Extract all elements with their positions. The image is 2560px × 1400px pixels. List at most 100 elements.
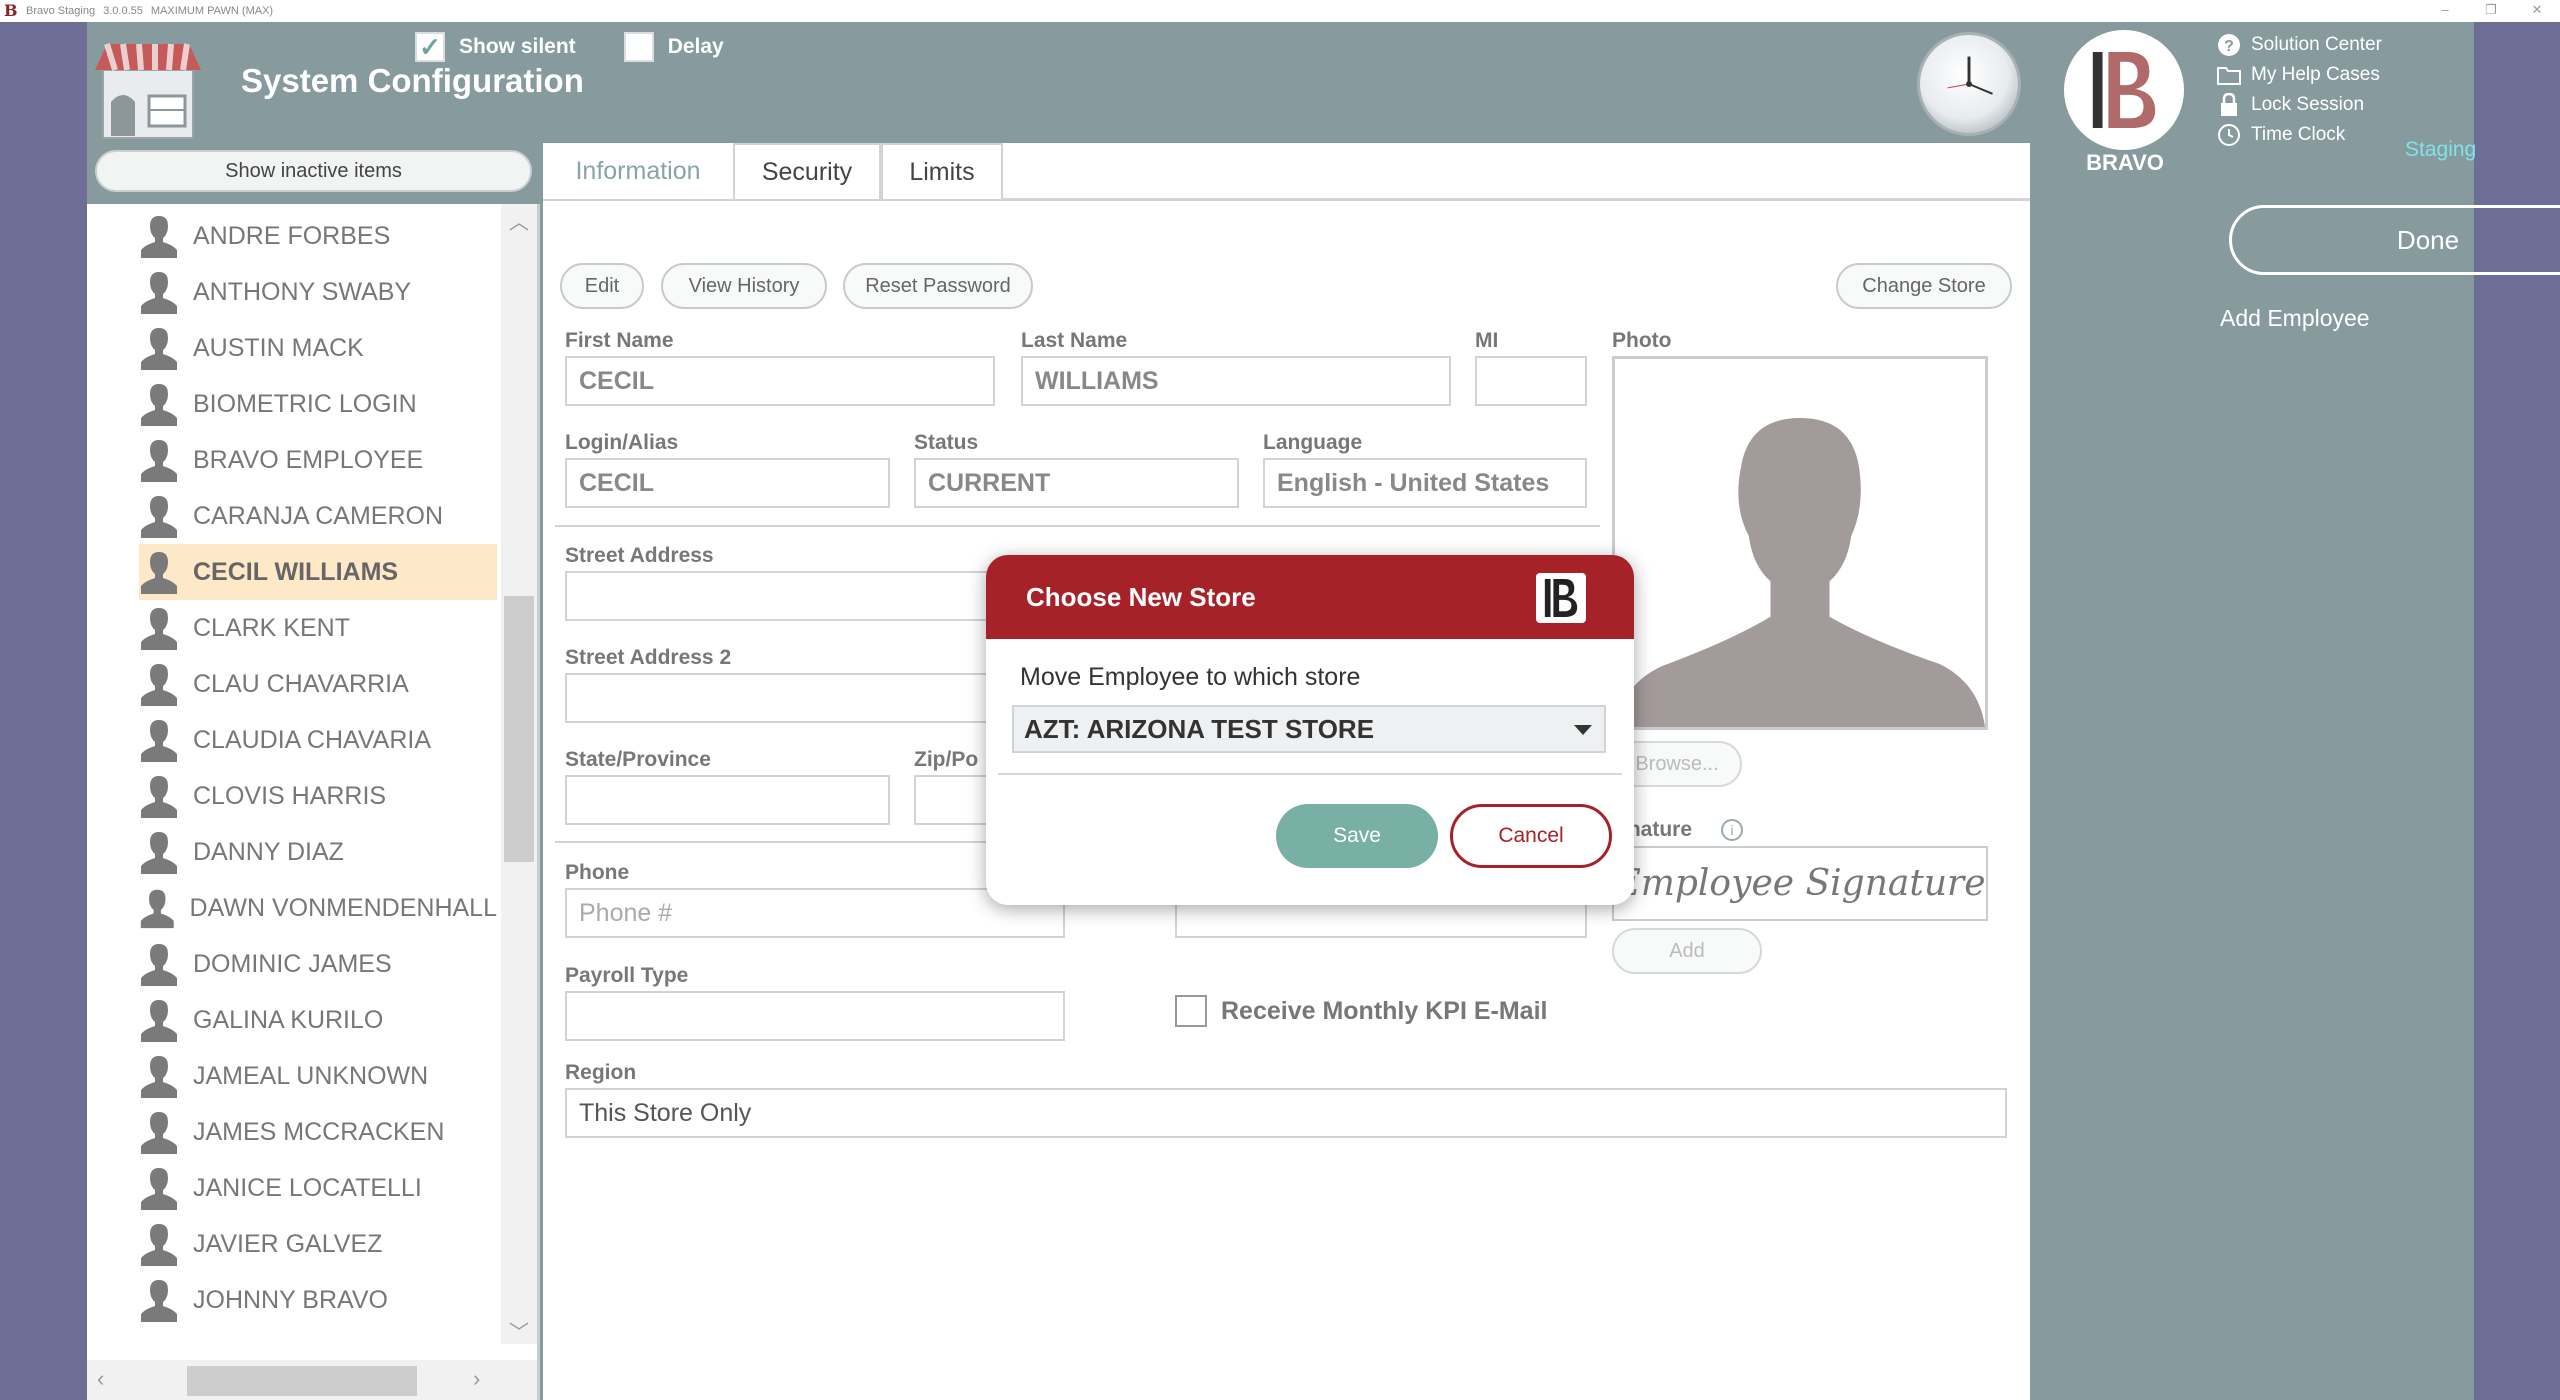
tab-bar: Information Security Limits [543, 143, 2030, 201]
store-icon [95, 43, 201, 139]
person-avatar-icon [141, 1168, 177, 1210]
bravo-logo-icon: B [4, 1, 18, 20]
list-item[interactable]: JAMEAL UNKNOWN [139, 1048, 497, 1104]
list-item[interactable]: JAVIER GALVEZ [139, 1216, 497, 1272]
delay-checkbox[interactable]: Delay [623, 32, 724, 62]
time-clock-label: Time Clock [2251, 124, 2346, 145]
status-field[interactable]: CURRENT [914, 458, 1239, 508]
vertical-scrollbar[interactable]: ︿ ﹀ [501, 204, 537, 1344]
horizontal-scrollbar[interactable]: ‹ › [87, 1360, 537, 1400]
person-avatar-icon [141, 944, 177, 986]
scroll-up-icon[interactable]: ︿ [501, 206, 537, 235]
empty-checkbox-icon [1175, 995, 1207, 1027]
list-item[interactable]: CLOVIS HARRIS [139, 768, 497, 824]
employee-name: CECIL WILLIAMS [193, 557, 399, 586]
tab-limits[interactable]: Limits [881, 143, 1003, 199]
show-silent-checkbox[interactable]: ✓ Show silent [415, 32, 576, 62]
question-circle-icon: ? [2217, 33, 2241, 57]
store-select[interactable]: AZT: ARIZONA TEST STORE [1012, 705, 1606, 753]
list-item[interactable]: JOHNNY BRAVO [139, 1272, 497, 1328]
edit-button[interactable]: Edit [560, 263, 644, 309]
first-name-field[interactable]: CECIL [565, 356, 995, 406]
employee-name: CLAU CHAVARRIA [193, 669, 409, 698]
kpi-email-checkbox[interactable]: Receive Monthly KPI E-Mail [1175, 995, 1547, 1027]
list-item[interactable]: BIOMETRIC LOGIN [139, 376, 497, 432]
region-label: Region [565, 1061, 637, 1084]
last-name-field[interactable]: WILLIAMS [1021, 356, 1451, 406]
restore-button[interactable]: ❐ [2468, 0, 2514, 22]
tab-security[interactable]: Security [733, 143, 881, 199]
list-item[interactable]: ANDRE FORBES [139, 208, 497, 264]
bravo-brand-logo [2064, 30, 2184, 150]
scroll-left-icon[interactable]: ‹ [97, 1366, 104, 1392]
time-clock-link[interactable]: Time Clock [2217, 120, 2382, 150]
employee-photo [1612, 356, 1988, 730]
list-item[interactable]: BRAVO EMPLOYEE [139, 432, 497, 488]
person-avatar-icon [141, 1280, 177, 1322]
person-avatar-icon [141, 328, 177, 370]
change-store-button[interactable]: Change Store [1836, 263, 2012, 309]
photo-label: Photo [1612, 329, 1672, 352]
lock-icon [2217, 93, 2241, 117]
person-avatar-icon [141, 832, 177, 874]
language-field[interactable]: English - United States [1263, 458, 1587, 508]
scroll-down-icon[interactable]: ﹀ [501, 1316, 537, 1345]
login-field[interactable]: CECIL [565, 458, 890, 508]
employee-name: AUSTIN MACK [193, 333, 364, 362]
list-item[interactable]: DAWN VONMENDENHALL [139, 880, 497, 936]
employee-name: CLARK KENT [193, 613, 350, 642]
mi-field[interactable] [1475, 356, 1587, 406]
list-item[interactable]: JANICE LOCATELLI [139, 1160, 497, 1216]
mi-label: MI [1475, 329, 1499, 352]
top-links: ? Solution Center My Help Cases Lock Ses… [2217, 30, 2382, 150]
employee-name: JOHNNY BRAVO [193, 1285, 388, 1314]
add-employee-link[interactable]: Add Employee [2220, 305, 2370, 332]
section-divider [555, 525, 1600, 527]
lock-session-link[interactable]: Lock Session [2217, 90, 2382, 120]
add-signature-button[interactable]: Add [1612, 928, 1762, 974]
person-silhouette-icon [1615, 418, 1985, 727]
info-icon[interactable]: i [1721, 819, 1743, 841]
list-item[interactable]: CLAU CHAVARRIA [139, 656, 497, 712]
payroll-type-field[interactable] [565, 991, 1065, 1041]
hscrollbar-thumb[interactable] [187, 1366, 417, 1396]
list-item[interactable]: ANTHONY SWABY [139, 264, 497, 320]
show-inactive-button[interactable]: Show inactive items [95, 150, 532, 192]
tab-information[interactable]: Information [543, 143, 733, 199]
save-button[interactable]: Save [1276, 804, 1438, 868]
empty-checkbox-icon [623, 32, 654, 62]
company-name: MAXIMUM PAWN (MAX) [150, 5, 274, 17]
view-history-button[interactable]: View History [661, 263, 827, 309]
list-item[interactable]: AUSTIN MACK [139, 320, 497, 376]
list-item[interactable]: GALINA KURILO [139, 992, 497, 1048]
list-item[interactable]: CLAUDIA CHAVARIA [139, 712, 497, 768]
scrollbar-thumb[interactable] [504, 596, 534, 862]
list-item[interactable]: DANNY DIAZ [139, 824, 497, 880]
employee-name: ANTHONY SWABY [193, 277, 412, 306]
page-title: System Configuration [241, 62, 584, 99]
list-item[interactable]: DOMINIC JAMES [139, 936, 497, 992]
cancel-button[interactable]: Cancel [1450, 804, 1612, 868]
list-item[interactable]: CECIL WILLIAMS [139, 544, 497, 600]
employee-name: CARANJA CAMERON [193, 501, 444, 530]
bravo-b-icon [1536, 573, 1586, 623]
my-help-cases-link[interactable]: My Help Cases [2217, 60, 2382, 90]
region-field[interactable]: This Store Only [565, 1088, 2007, 1138]
list-item[interactable]: JAMES MCCRACKEN [139, 1104, 497, 1160]
my-help-cases-label: My Help Cases [2251, 64, 2380, 85]
person-avatar-icon [141, 552, 177, 594]
close-button[interactable]: ✕ [2514, 0, 2560, 22]
list-item[interactable]: CLARK KENT [139, 600, 497, 656]
solution-center-link[interactable]: ? Solution Center [2217, 30, 2382, 60]
login-label: Login/Alias [565, 431, 679, 454]
scroll-right-icon[interactable]: › [473, 1366, 480, 1392]
show-silent-label: Show silent [459, 35, 576, 58]
state-field[interactable] [565, 775, 890, 825]
list-item[interactable]: CARANJA CAMERON [139, 488, 497, 544]
minimize-button[interactable]: – [2422, 0, 2468, 22]
employee-name: DOMINIC JAMES [193, 949, 392, 978]
done-button[interactable]: Done [2229, 205, 2560, 275]
reset-password-button[interactable]: Reset Password [843, 263, 1033, 309]
person-avatar-icon [141, 664, 177, 706]
first-name-label: First Name [565, 329, 674, 352]
